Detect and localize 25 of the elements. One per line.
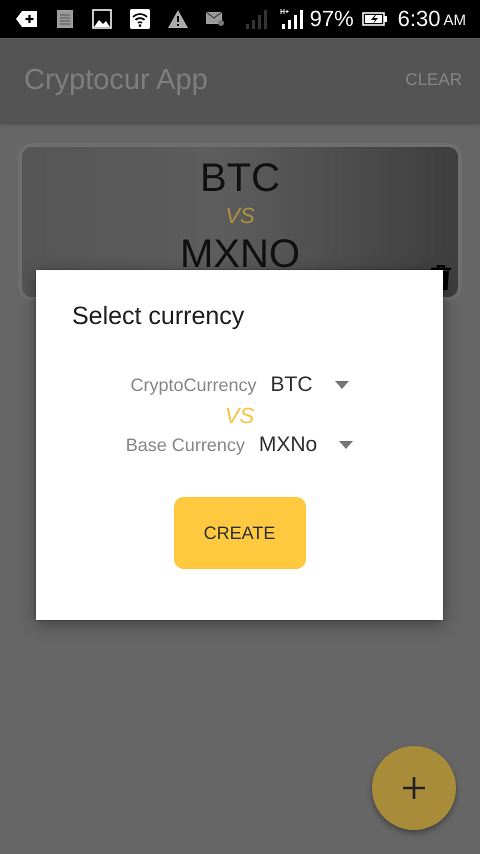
crypto-code: BTC [200, 155, 280, 201]
field-label: CryptoCurrency [130, 374, 257, 396]
caret-icon [334, 381, 349, 389]
signal-icon [244, 8, 268, 30]
plus-icon [403, 777, 425, 799]
battery-charging-icon [362, 12, 388, 26]
wifi-icon [130, 9, 150, 29]
versus-label: VS [224, 403, 254, 429]
clock-time: 6:30 [398, 6, 440, 32]
clock-meridiem: AM [444, 12, 466, 29]
battery-percent: 97% [310, 6, 354, 32]
versus-label: VS [225, 202, 255, 230]
caret-icon [339, 441, 354, 449]
currency-dropdown[interactable]: MXNo [258, 433, 354, 457]
create-button[interactable]: CREATE [174, 497, 306, 569]
document-icon [56, 9, 74, 29]
mail-icon [206, 12, 224, 26]
warning-icon [168, 10, 188, 28]
dialog-title: Select currency [72, 302, 244, 331]
currency-dropdown[interactable]: BTC [270, 373, 349, 397]
field-label: Base Currency [126, 434, 245, 456]
image-icon [92, 9, 112, 29]
base-code: MXNO [180, 231, 300, 277]
add-notification-icon [16, 10, 38, 28]
signal-icon [280, 8, 304, 30]
